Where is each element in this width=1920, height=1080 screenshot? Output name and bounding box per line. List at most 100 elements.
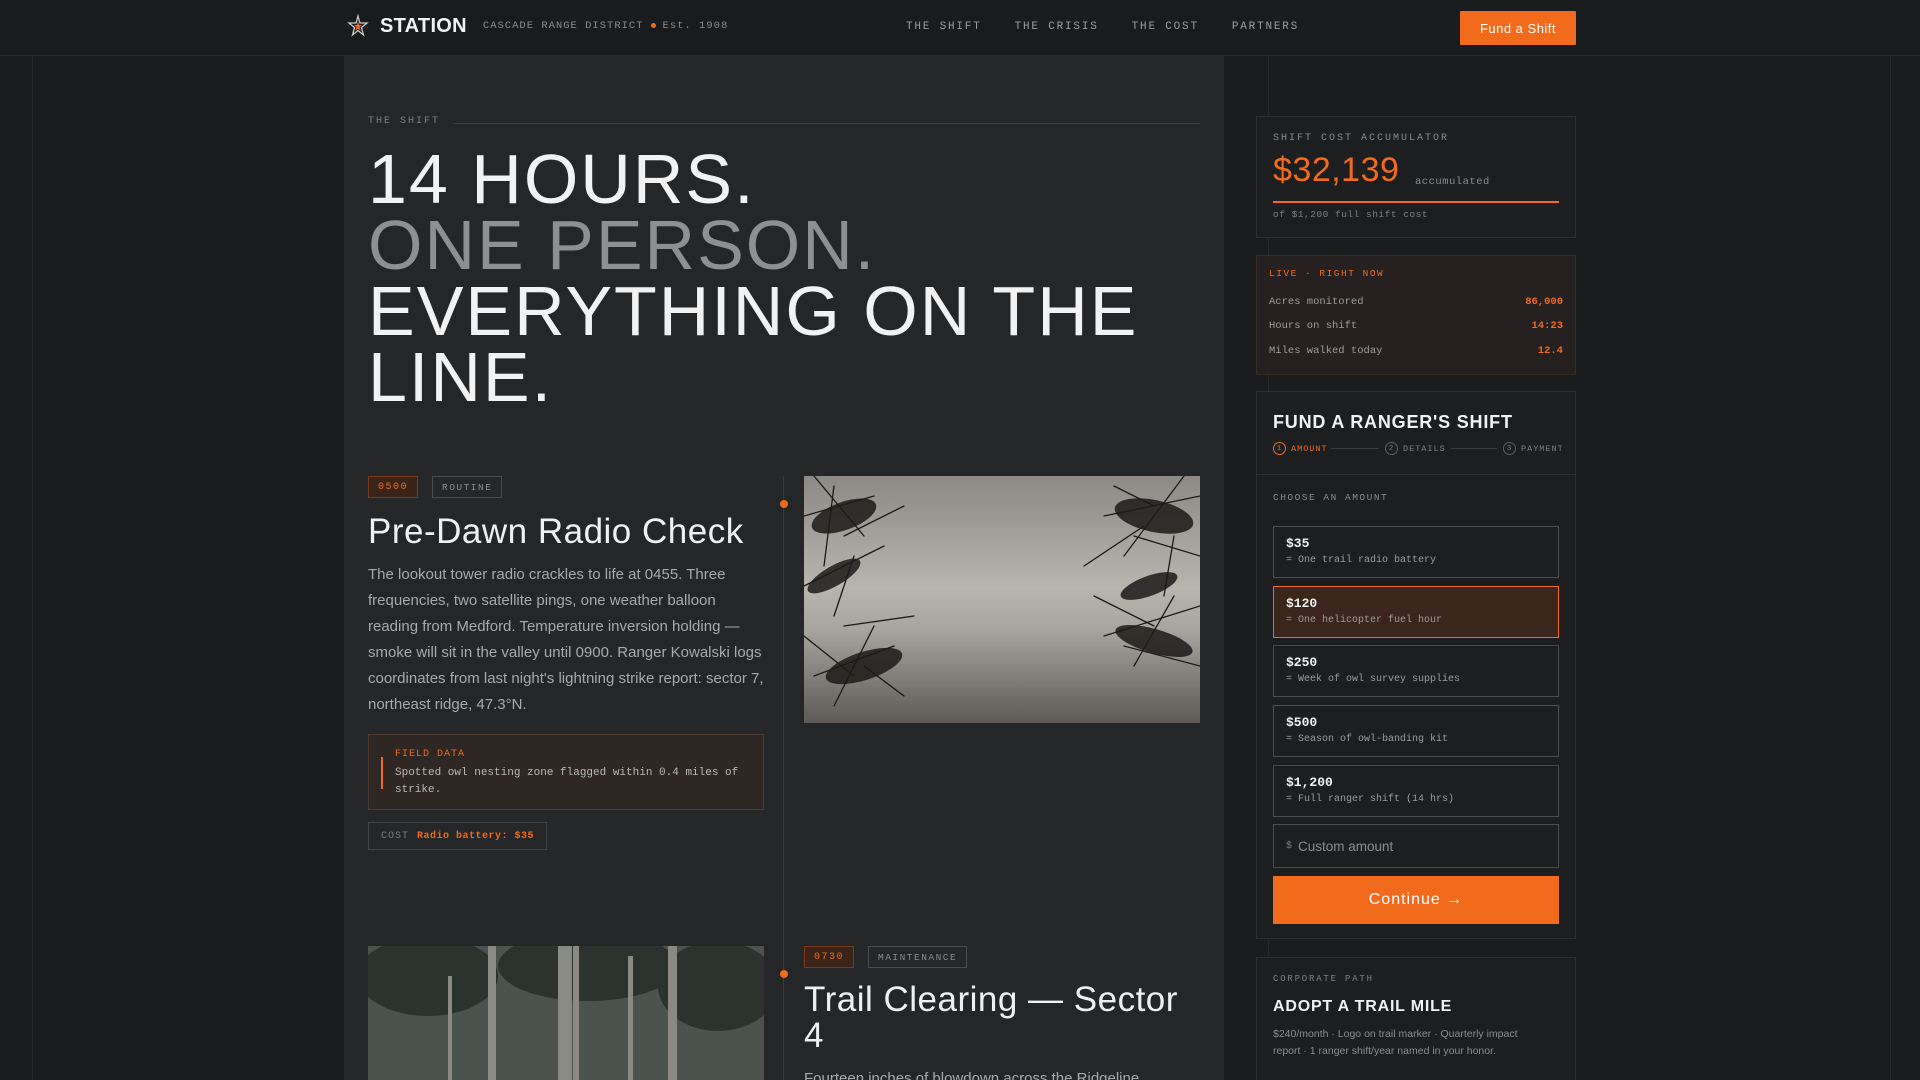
currency-symbol: $ (1286, 840, 1293, 852)
step-label: AMOUNT (1291, 443, 1328, 454)
hero-line-1: 14 HOURS. (368, 140, 756, 218)
time-badge: 0730 (804, 946, 855, 968)
step-connector (1331, 448, 1379, 449)
accumulated-suffix: accumulated (1415, 176, 1490, 188)
stat-value: 86,000 (1525, 296, 1563, 308)
section-divider (454, 123, 1200, 124)
entry-body: The lookout tower radio crackles to life… (368, 566, 764, 713)
nav-link-partners[interactable]: PARTNERS (1232, 21, 1299, 33)
step-number: 2 (1385, 442, 1398, 455)
amount-description: = Season of owl-banding kit (1286, 734, 1449, 745)
live-stat-row: Acres monitored 86,000 (1269, 296, 1563, 308)
form-title: FUND A RANGER'S SHIFT (1273, 412, 1513, 432)
fund-a-shift-button[interactable]: Fund a Shift (1460, 11, 1576, 45)
pine-branches-illustration (804, 476, 1200, 707)
step-number: 3 (1503, 442, 1516, 455)
stat-value: 14:23 (1531, 320, 1563, 332)
field-data-callout: FIELD DATA Spotted owl nesting zone flag… (368, 734, 764, 810)
amount-option-250[interactable]: $250 = Week of owl survey supplies (1273, 645, 1559, 697)
corporate-description: $240/month · Logo on trail marker · Quar… (1273, 1028, 1518, 1057)
grid-line (1890, 56, 1891, 1080)
timeline-dot (780, 970, 788, 978)
cost-value: Radio battery: $35 (417, 830, 535, 842)
live-stat-row: Miles walked today 12.4 (1269, 345, 1563, 357)
separator-dot (650, 22, 656, 28)
stat-label: Acres monitored (1269, 296, 1364, 308)
stat-label: Hours on shift (1269, 320, 1358, 332)
step-label: PAYMENT (1521, 443, 1564, 454)
section-label: THE SHIFT (368, 116, 441, 127)
time-badge: 0500 (368, 476, 419, 498)
step-indicator: 1 AMOUNT 2 DETAILS 3 PAYMENT (1273, 442, 1563, 456)
grid-line (32, 56, 33, 1080)
lookout-star-icon (347, 14, 369, 37)
live-header: LIVE · RIGHT NOW (1269, 268, 1385, 279)
step-details[interactable]: 2 DETAILS (1385, 442, 1446, 455)
stat-value: 12.4 (1537, 345, 1563, 357)
callout-accent-bar (381, 757, 383, 789)
amount-description: = One helicopter fuel hour (1286, 615, 1443, 626)
live-stats-panel: LIVE · RIGHT NOW Acres monitored 86,000 … (1256, 255, 1576, 375)
entry-body: Fourteen inches of blowdown across the R… (804, 1070, 1140, 1080)
main-content: THE SHIFT 14 HOURS. ONE PERSON. EVERYTHI… (344, 56, 1224, 1080)
amount-option-120[interactable]: $120 = One helicopter fuel hour (1273, 586, 1559, 638)
accumulated-amount: $32,139 (1273, 151, 1400, 189)
corporate-path-card: CORPORATE PATH ADOPT A TRAIL MILE $240/m… (1256, 957, 1576, 1080)
hero-line-2: ONE PERSON. (368, 206, 877, 284)
custom-amount-input[interactable] (1298, 838, 1549, 854)
stat-label: Miles walked today (1269, 345, 1383, 357)
main-nav: THE SHIFT THE CRISIS THE COST PARTNERS (906, 21, 1332, 33)
trail-forest-photo (368, 946, 764, 1080)
choose-amount-label: CHOOSE AN AMOUNT (1273, 492, 1389, 503)
nav-link-the-cost[interactable]: THE COST (1132, 21, 1199, 33)
fund-shift-form: FUND A RANGER'S SHIFT 1 AMOUNT 2 DETAILS… (1256, 391, 1576, 939)
category-badge: ROUTINE (432, 476, 503, 498)
amount-value: $500 (1286, 715, 1318, 730)
amount-option-500[interactable]: $500 = Season of owl-banding kit (1273, 705, 1559, 757)
live-stat-row: Hours on shift 14:23 (1269, 320, 1563, 332)
continue-button[interactable]: Continue → (1273, 876, 1559, 924)
amount-option-1200[interactable]: $1,200 = Full ranger shift (14 hrs) (1273, 765, 1559, 817)
misty-forest-photo (804, 476, 1200, 723)
shift-cost-accumulator: SHIFT COST ACCUMULATOR $32,139 accumulat… (1256, 116, 1576, 238)
amount-value: $1,200 (1286, 775, 1333, 790)
tree-trunks-illustration (368, 946, 764, 1080)
step-payment[interactable]: 3 PAYMENT (1503, 442, 1564, 455)
accumulator-note: of $1,200 full shift cost (1273, 209, 1429, 220)
corporate-title[interactable]: ADOPT A TRAIL MILE (1273, 998, 1452, 1016)
custom-amount-field[interactable]: $ (1273, 824, 1559, 868)
nav-link-the-crisis[interactable]: THE CRISIS (1015, 21, 1099, 33)
field-data-text: Spotted owl nesting zone flagged within … (395, 767, 739, 796)
step-number: 1 (1273, 442, 1286, 455)
entry-title: Pre-Dawn Radio Check (368, 512, 744, 551)
brand-subtitle: CASCADE RANGE DISTRICT Est. 1908 (482, 20, 729, 32)
hero-line-3: EVERYTHING ON THE (368, 272, 1139, 350)
timeline-line (783, 476, 784, 1080)
entry-title: Trail Clearing — Sector 4 (804, 980, 1178, 1055)
accumulator-label: SHIFT COST ACCUMULATOR (1273, 133, 1450, 144)
amount-description: = Week of owl survey supplies (1286, 674, 1461, 685)
nav-link-the-shift[interactable]: THE SHIFT (906, 21, 982, 33)
timeline-dot (780, 500, 788, 508)
amount-option-35[interactable]: $35 = One trail radio battery (1273, 526, 1559, 578)
form-divider (1257, 474, 1575, 475)
amount-description: = Full ranger shift (14 hrs) (1286, 794, 1455, 805)
step-connector (1451, 448, 1497, 449)
brand[interactable]: STATION CASCADE RANGE DISTRICT Est. 1908 (346, 14, 728, 38)
brand-name: STATION (380, 14, 467, 37)
step-label: DETAILS (1403, 443, 1446, 454)
step-amount[interactable]: 1 AMOUNT (1273, 442, 1328, 455)
amount-value: $120 (1286, 596, 1318, 611)
accumulator-progress-bar (1273, 201, 1559, 203)
amount-value: $250 (1286, 655, 1318, 670)
top-nav: STATION CASCADE RANGE DISTRICT Est. 1908 … (0, 0, 1920, 56)
cost-label: COST (381, 830, 410, 842)
hero-line-4: LINE. (368, 338, 554, 416)
category-badge: MAINTENANCE (868, 946, 968, 968)
amount-description: = One trail radio battery (1286, 555, 1437, 566)
field-data-label: FIELD DATA (395, 749, 466, 760)
hero-headline: 14 HOURS. ONE PERSON. EVERYTHING ON THE … (368, 140, 1139, 416)
corporate-label: CORPORATE PATH (1273, 974, 1374, 984)
cost-tag: COST Radio battery: $35 (368, 822, 548, 850)
amount-value: $35 (1286, 536, 1310, 551)
